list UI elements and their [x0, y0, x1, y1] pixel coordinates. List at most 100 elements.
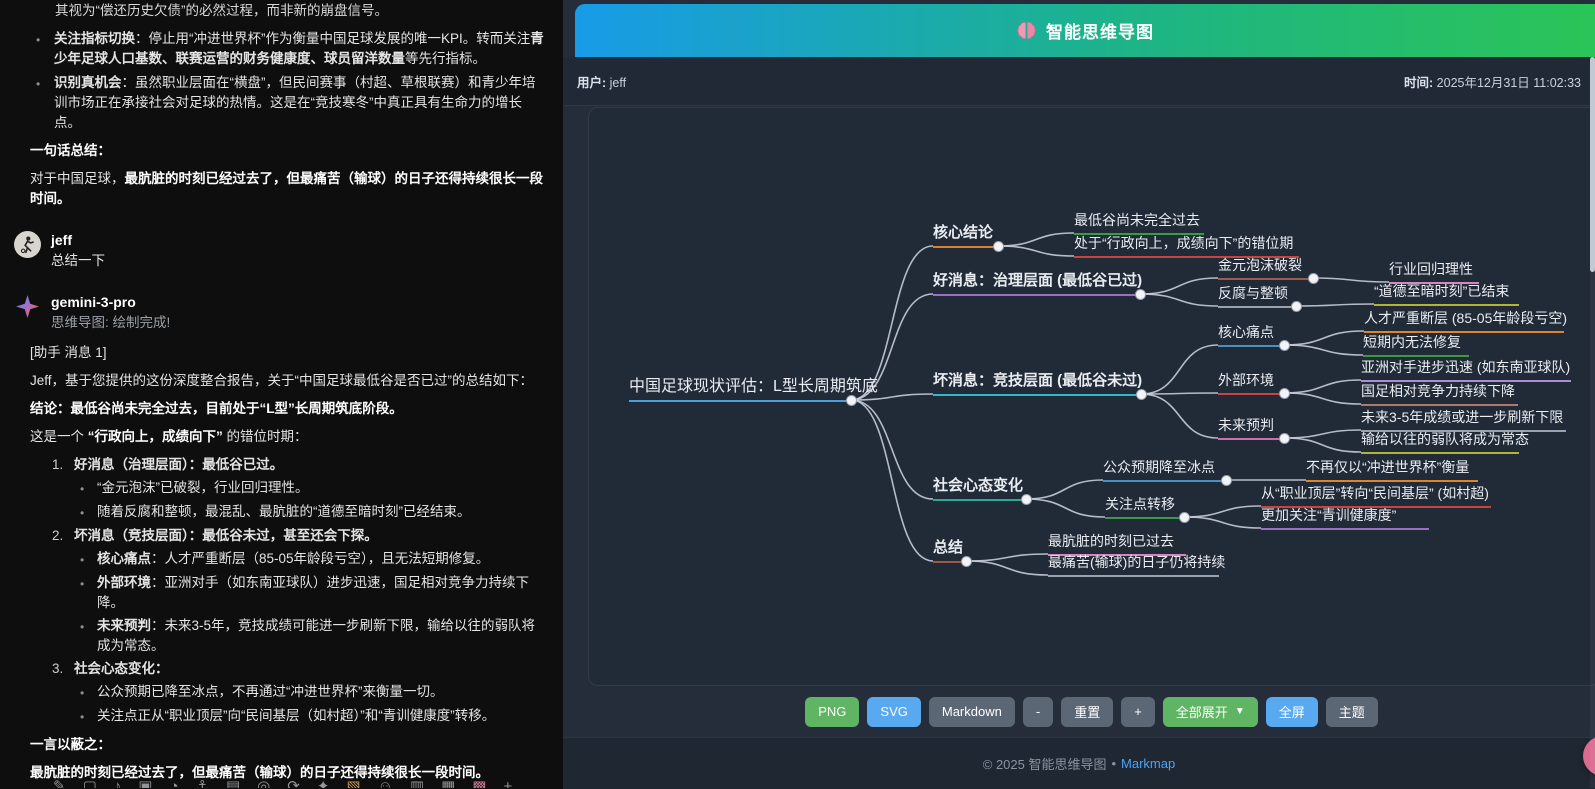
- item-number: 2.: [52, 526, 74, 546]
- node-toggle-dot[interactable]: [1221, 475, 1232, 486]
- zoom-in-button[interactable]: +: [1121, 697, 1155, 727]
- chat-paragraph: 一句话总结：: [30, 141, 547, 161]
- chat-paragraph: [助手 消息 1]: [30, 343, 547, 363]
- mindmap-node[interactable]: 更加关注“青训健康度”: [1261, 505, 1429, 530]
- zoom-out-button[interactable]: -: [1023, 697, 1053, 727]
- node-toggle-dot[interactable]: [846, 395, 857, 406]
- sub-bullet-item: •未来预判：未来3-5年，竞技成绩可能进一步刷新下限，输给以往的弱队将成为常态。: [80, 616, 547, 656]
- message-author: jeff: [51, 231, 105, 249]
- markmap-link[interactable]: Markmap: [1121, 756, 1175, 771]
- bullet-marker: •: [80, 573, 97, 613]
- mindmap-node[interactable]: 输给以往的弱队将成为常态: [1361, 429, 1519, 454]
- sticker-icon[interactable]: ▩: [472, 777, 486, 788]
- chat-panel: 其视为“偿还历史欠债”的必然过程，而非新的崩盘信号。•关注指标切换：停止用“冲进…: [0, 0, 563, 788]
- persona-icon[interactable]: ☺: [378, 777, 393, 788]
- add-icon[interactable]: +: [503, 777, 512, 788]
- mindmap-canvas[interactable]: 中国足球现状评估：L型长周期筑底核心结论最低谷尚未完全过去处于“行政向上，成绩向…: [588, 107, 1595, 686]
- mindmap-link: [1140, 278, 1218, 294]
- mindmap-node[interactable]: 不再仅以“冲进世界杯”衡量: [1306, 457, 1478, 482]
- node-toggle-dot[interactable]: [1136, 389, 1147, 400]
- mindmap-node[interactable]: 未来预判: [1218, 415, 1284, 440]
- node-toggle-dot[interactable]: [1179, 512, 1190, 523]
- mindmap-node[interactable]: 核心结论: [933, 222, 998, 248]
- mindmap-node[interactable]: 公众预期降至冰点: [1103, 457, 1226, 482]
- mindmap-node[interactable]: 短期内无法修复: [1363, 332, 1469, 357]
- mindmap-node[interactable]: 关注点转移: [1105, 494, 1184, 519]
- mindmap-node[interactable]: 金元泡沫破裂: [1218, 255, 1313, 280]
- mindmap-node[interactable]: 最低谷尚未完全过去: [1074, 210, 1204, 235]
- item-text: 坏消息（竞技层面）：最低谷未过，甚至还会下探。: [74, 526, 378, 546]
- mindmap-node[interactable]: “道德至暗时刻”已结束: [1374, 281, 1519, 306]
- fullscreen-button[interactable]: 全屏: [1266, 697, 1318, 727]
- message-text: 总结一下: [51, 251, 105, 271]
- anchor-icon[interactable]: ⚓: [196, 777, 209, 788]
- mindmap-link: [1141, 345, 1218, 394]
- brain-icon: [1016, 20, 1037, 41]
- export-png-button[interactable]: PNG: [805, 697, 859, 727]
- app-header: 智能思维导图: [575, 4, 1595, 57]
- mindmap-node[interactable]: 亚洲对手进步迅速 (如东南亚球队): [1361, 357, 1571, 382]
- node-toggle-dot[interactable]: [1291, 301, 1302, 312]
- sub-bullet-text: 外部环境：亚洲对手（如东南亚球队）进步迅速，国足相对竞争力持续下降。: [97, 573, 547, 613]
- reset-label: 重置: [1074, 702, 1100, 721]
- node-toggle-dot[interactable]: [1021, 494, 1032, 505]
- node-toggle-dot[interactable]: [993, 241, 1004, 252]
- doc-icon[interactable]: ▥: [410, 777, 424, 788]
- footballer-icon: [18, 235, 37, 254]
- numbered-item: 3.社会心态变化：: [52, 659, 547, 679]
- mindmap-panel: 智能思维导图 用户: jeff 时间: 2025年12月31日 11:02:33…: [563, 0, 1595, 788]
- file-icon[interactable]: ▧: [346, 777, 360, 788]
- node-toggle-dot[interactable]: [1279, 388, 1290, 399]
- expand-all-button[interactable]: 全部展开▼: [1163, 697, 1258, 727]
- mindmap-link: [851, 400, 933, 499]
- delete-icon[interactable]: ▢: [83, 777, 97, 788]
- mindmap-link: [998, 233, 1074, 246]
- export-svg-button[interactable]: SVG: [867, 697, 920, 727]
- mindmap-node[interactable]: 好消息：治理层面 (最低谷已过): [933, 270, 1140, 296]
- item-number: 3.: [52, 659, 74, 679]
- node-toggle-dot[interactable]: [961, 556, 972, 567]
- target-icon[interactable]: ◎: [257, 777, 270, 788]
- chat-paragraph: 对于中国足球，最肮脏的时刻已经过去了，但最痛苦（输球）的日子还得持续很长一段时间…: [30, 169, 547, 209]
- mindmap-node[interactable]: 坏消息：竞技层面 (最低谷未过): [933, 370, 1141, 396]
- app-title: 智能思维导图: [1046, 18, 1154, 43]
- mindmap-node[interactable]: 外部环境: [1218, 370, 1284, 395]
- item-text: 好消息（治理层面）：最低谷已过。: [74, 455, 283, 475]
- reset-button[interactable]: 重置: [1061, 697, 1113, 727]
- node-toggle-dot[interactable]: [1135, 289, 1146, 300]
- mindmap-toolbar: PNG SVG Markdown- 重置 + 全部展开▼ 全屏主题: [588, 686, 1595, 737]
- mindmap-link: [1284, 380, 1361, 393]
- refresh-icon[interactable]: ⟳: [287, 777, 300, 788]
- node-toggle-dot[interactable]: [1279, 340, 1290, 351]
- sub-bullet-text: 核心痛点：人才严重断层（85-05年龄段亏空），且无法短期修复。: [97, 549, 489, 570]
- node-toggle-dot[interactable]: [1308, 273, 1319, 284]
- mindmap-link: [1284, 393, 1361, 404]
- mindmap-node[interactable]: 反腐与整顿: [1218, 283, 1296, 308]
- mindmap-link: [1284, 345, 1363, 355]
- theme-button[interactable]: 主题: [1326, 697, 1378, 727]
- chat-paragraph: Jeff，基于您提供的这份深度整合报告，关于“中国足球最低谷是否已过”的总结如下…: [30, 371, 547, 391]
- bullet-list: •关注指标切换：停止用“冲进世界杯”作为衡量中国足球发展的唯一KPI。转而关注青…: [36, 29, 547, 133]
- mindmap-node[interactable]: 国足相对竞争力持续下降: [1361, 381, 1518, 406]
- audio-icon[interactable]: ♪: [114, 777, 122, 788]
- mindmap-node[interactable]: 最痛苦(输球)的日子仍将持续: [1048, 552, 1219, 577]
- history-icon[interactable]: ◔: [169, 777, 178, 788]
- mindmap-node[interactable]: 社会心态变化: [933, 475, 1026, 501]
- grid-icon[interactable]: ▦: [441, 777, 455, 788]
- mindmap-link: [851, 246, 933, 400]
- save-icon[interactable]: ▤: [226, 777, 240, 788]
- edit-icon[interactable]: ✎: [53, 777, 66, 788]
- mindmap-node[interactable]: 人才严重断层 (85-05年龄段亏空): [1364, 308, 1564, 333]
- sparkle-icon[interactable]: ✦: [317, 777, 330, 788]
- bullet-marker: •: [80, 706, 97, 727]
- sub-bullet-item: •随着反腐和整顿，最混乱、最肮脏的“道德至暗时刻”已经结束。: [80, 502, 547, 523]
- export-markdown-button[interactable]: Markdown: [929, 697, 1015, 727]
- node-toggle-dot[interactable]: [1279, 433, 1290, 444]
- numbered-item: 2.坏消息（竞技层面）：最低谷未过，甚至还会下探。: [52, 526, 547, 546]
- image-icon[interactable]: ▣: [138, 777, 152, 788]
- mindmap-link: [1284, 430, 1361, 438]
- mindmap-node[interactable]: 核心痛点: [1218, 322, 1284, 347]
- chat-blocks-body: [助手 消息 1] Jeff，基于您提供的这份深度整合报告，关于“中国足球最低谷是…: [30, 343, 547, 783]
- mindmap-node[interactable]: 中国足球现状评估：L型长周期筑底: [629, 375, 851, 402]
- sub-bullet-text: 关注点正从“职业顶层”向“民间基层（如村超）”和“青训健康度”转移。: [97, 706, 495, 727]
